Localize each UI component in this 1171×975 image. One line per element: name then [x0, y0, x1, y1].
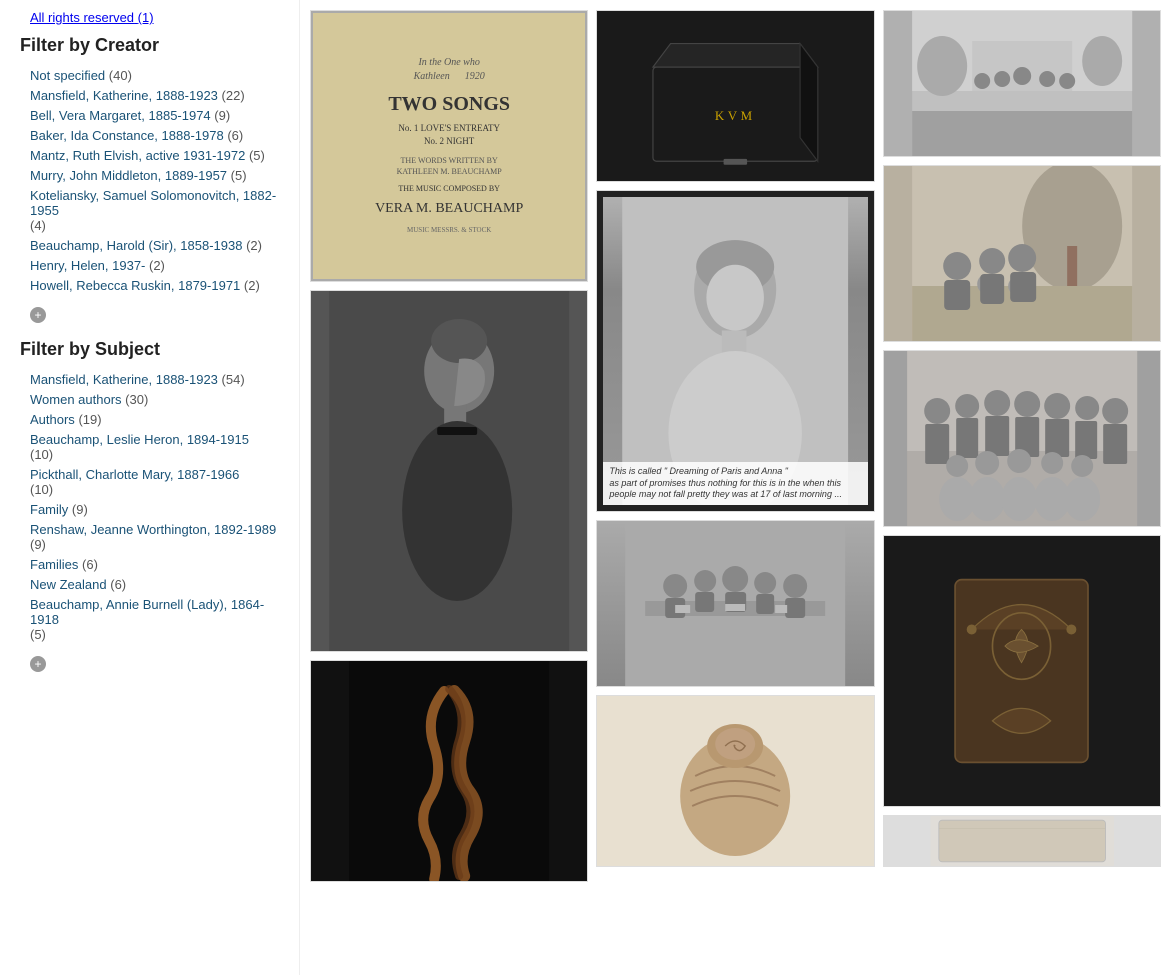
subject-item-1[interactable]: Women authors (30) — [20, 392, 279, 407]
subject-count-8: (5) — [30, 627, 46, 642]
creator-link-6[interactable]: Koteliansky, Samuel Solomonovitch, 1882-… — [30, 188, 276, 218]
creator-link-7[interactable]: Beauchamp, Harold (Sir), 1858-1938 — [30, 238, 242, 253]
subject-count-0: (54) — [222, 372, 245, 387]
subject-link-6[interactable]: Families — [30, 557, 78, 572]
subject-item-2[interactable]: Authors (19) — [20, 412, 279, 427]
image-item-meeting[interactable] — [596, 520, 874, 687]
all-rights-filter[interactable]: All rights reserved (1) — [20, 10, 279, 25]
subject-item-8[interactable]: Beauchamp, Annie Burnell (Lady), 1864-19… — [20, 597, 279, 642]
subject-item-0[interactable]: Mansfield, Katherine, 1888-1923 (54) — [20, 372, 279, 387]
subject-link-7[interactable]: New Zealand — [30, 577, 107, 592]
image-item-portrait-bw[interactable]: This is called " Dreaming of Paris and A… — [596, 190, 874, 512]
sidebar: All rights reserved (1) Filter by Creato… — [0, 0, 300, 975]
subject-count-1: (30) — [125, 392, 148, 407]
subject-link-8[interactable]: Beauchamp, Annie Burnell (Lady), 1864-19… — [30, 597, 264, 627]
creator-link-3[interactable]: Baker, Ida Constance, 1888-1978 — [30, 128, 224, 143]
subject-link-5[interactable]: Renshaw, Jeanne Worthington, 1892-1989 — [30, 522, 276, 537]
creator-link-5[interactable]: Murry, John Middleton, 1889-1957 — [30, 168, 227, 183]
subject-link-3[interactable]: Beauchamp, Leslie Heron, 1894-1915 — [30, 432, 249, 447]
image-item-artifact[interactable] — [883, 815, 1161, 867]
creator-link-9[interactable]: Howell, Rebecca Ruskin, 1879-1971 — [30, 278, 240, 293]
creator-count-6: (4) — [30, 218, 46, 233]
subject-count-6: (6) — [82, 557, 98, 572]
creator-show-more[interactable]: + — [30, 307, 46, 323]
creator-count-1: (22) — [222, 88, 245, 103]
subject-item-7[interactable]: New Zealand (6) — [20, 577, 279, 592]
subject-link-family[interactable]: Family — [30, 502, 68, 517]
subject-item-family[interactable]: Family (9) — [20, 502, 279, 517]
creator-count-0: (40) — [109, 68, 132, 83]
creator-link-1[interactable]: Mansfield, Katherine, 1888-1923 — [30, 88, 218, 103]
subject-item-5[interactable]: Renshaw, Jeanne Worthington, 1892-1989 (… — [20, 522, 279, 552]
subject-item-6[interactable]: Families (6) — [20, 557, 279, 572]
creator-count-3: (6) — [227, 128, 243, 143]
portrait-bw-caption: This is called " Dreaming of Paris and A… — [603, 462, 867, 505]
creator-count-5: (5) — [231, 168, 247, 183]
creator-count-2: (9) — [214, 108, 230, 123]
creator-link-0[interactable]: Not specified — [30, 68, 105, 83]
subject-filter-list: Mansfield, Katherine, 1888-1923 (54) Wom… — [20, 372, 279, 642]
creator-item-3[interactable]: Baker, Ida Constance, 1888-1978 (6) — [20, 128, 279, 143]
grid-col-1: In the One whoKathleen 1920 TWO SONGS No… — [310, 10, 588, 882]
svg-text:KVM: KVM — [715, 108, 756, 123]
filter-subject-title: Filter by Subject — [20, 339, 279, 360]
main-content: In the One whoKathleen 1920 TWO SONGS No… — [300, 0, 1171, 975]
subject-count-7: (6) — [110, 577, 126, 592]
creator-item-6[interactable]: Koteliansky, Samuel Solomonovitch, 1882-… — [20, 188, 279, 233]
creator-item-9[interactable]: Howell, Rebecca Ruskin, 1879-1971 (2) — [20, 278, 279, 293]
filter-creator-title: Filter by Creator — [20, 35, 279, 56]
creator-item-8[interactable]: Henry, Helen, 1937- (2) — [20, 258, 279, 273]
creator-item-2[interactable]: Bell, Vera Margaret, 1885-1974 (9) — [20, 108, 279, 123]
image-item-book[interactable]: In the One whoKathleen 1920 TWO SONGS No… — [310, 10, 588, 282]
subject-count-family: (9) — [72, 502, 88, 517]
subject-link-4[interactable]: Pickthall, Charlotte Mary, 1887-1966 — [30, 467, 239, 482]
book-title-text: In the One whoKathleen 1920 TWO SONGS No… — [365, 46, 533, 246]
image-item-hair-brown[interactable] — [596, 695, 874, 867]
image-item-hair-dark[interactable] — [310, 660, 588, 882]
creator-item-4[interactable]: Mantz, Ruth Elvish, active 1931-1972 (5) — [20, 148, 279, 163]
image-grid: In the One whoKathleen 1920 TWO SONGS No… — [305, 5, 1166, 887]
creator-link-8[interactable]: Henry, Helen, 1937- — [30, 258, 145, 273]
creator-link-2[interactable]: Bell, Vera Margaret, 1885-1974 — [30, 108, 211, 123]
creator-filter-list: Not specified (40) Mansfield, Katherine,… — [20, 68, 279, 293]
creator-item-5[interactable]: Murry, John Middleton, 1889-1957 (5) — [20, 168, 279, 183]
subject-count-5: (9) — [30, 537, 46, 552]
subject-count-4: (10) — [30, 482, 53, 497]
subject-count-3: (10) — [30, 447, 53, 462]
image-item-group-formal[interactable] — [883, 350, 1161, 527]
image-item-ornament[interactable] — [883, 535, 1161, 807]
image-item-portrait-side[interactable] — [310, 290, 588, 652]
all-rights-label: All rights reserved — [30, 10, 134, 25]
subject-show-more[interactable]: + — [30, 656, 46, 672]
all-rights-link[interactable]: All rights reserved (1) — [30, 10, 154, 25]
subject-link-1[interactable]: Women authors — [30, 392, 122, 407]
all-rights-count: (1) — [138, 10, 154, 25]
creator-count-9: (2) — [244, 278, 260, 293]
creator-count-4: (5) — [249, 148, 265, 163]
grid-col-3 — [883, 10, 1161, 882]
creator-count-8: (2) — [149, 258, 165, 273]
creator-item-0[interactable]: Not specified (40) — [20, 68, 279, 83]
subject-item-4[interactable]: Pickthall, Charlotte Mary, 1887-1966 (10… — [20, 467, 279, 497]
subject-link-0[interactable]: Mansfield, Katherine, 1888-1923 — [30, 372, 218, 387]
subject-link-2[interactable]: Authors — [30, 412, 75, 427]
image-item-black-box[interactable]: KVM — [596, 10, 874, 182]
subject-item-3[interactable]: Beauchamp, Leslie Heron, 1894-1915 (10) — [20, 432, 279, 462]
creator-count-7: (2) — [246, 238, 262, 253]
image-item-group-outdoor-2[interactable] — [883, 165, 1161, 342]
image-item-group-outdoor-1[interactable] — [883, 10, 1161, 157]
subject-count-2: (19) — [78, 412, 101, 427]
creator-item-7[interactable]: Beauchamp, Harold (Sir), 1858-1938 (2) — [20, 238, 279, 253]
creator-item-1[interactable]: Mansfield, Katherine, 1888-1923 (22) — [20, 88, 279, 103]
grid-col-2: KVM — [596, 10, 874, 882]
creator-link-4[interactable]: Mantz, Ruth Elvish, active 1931-1972 — [30, 148, 245, 163]
